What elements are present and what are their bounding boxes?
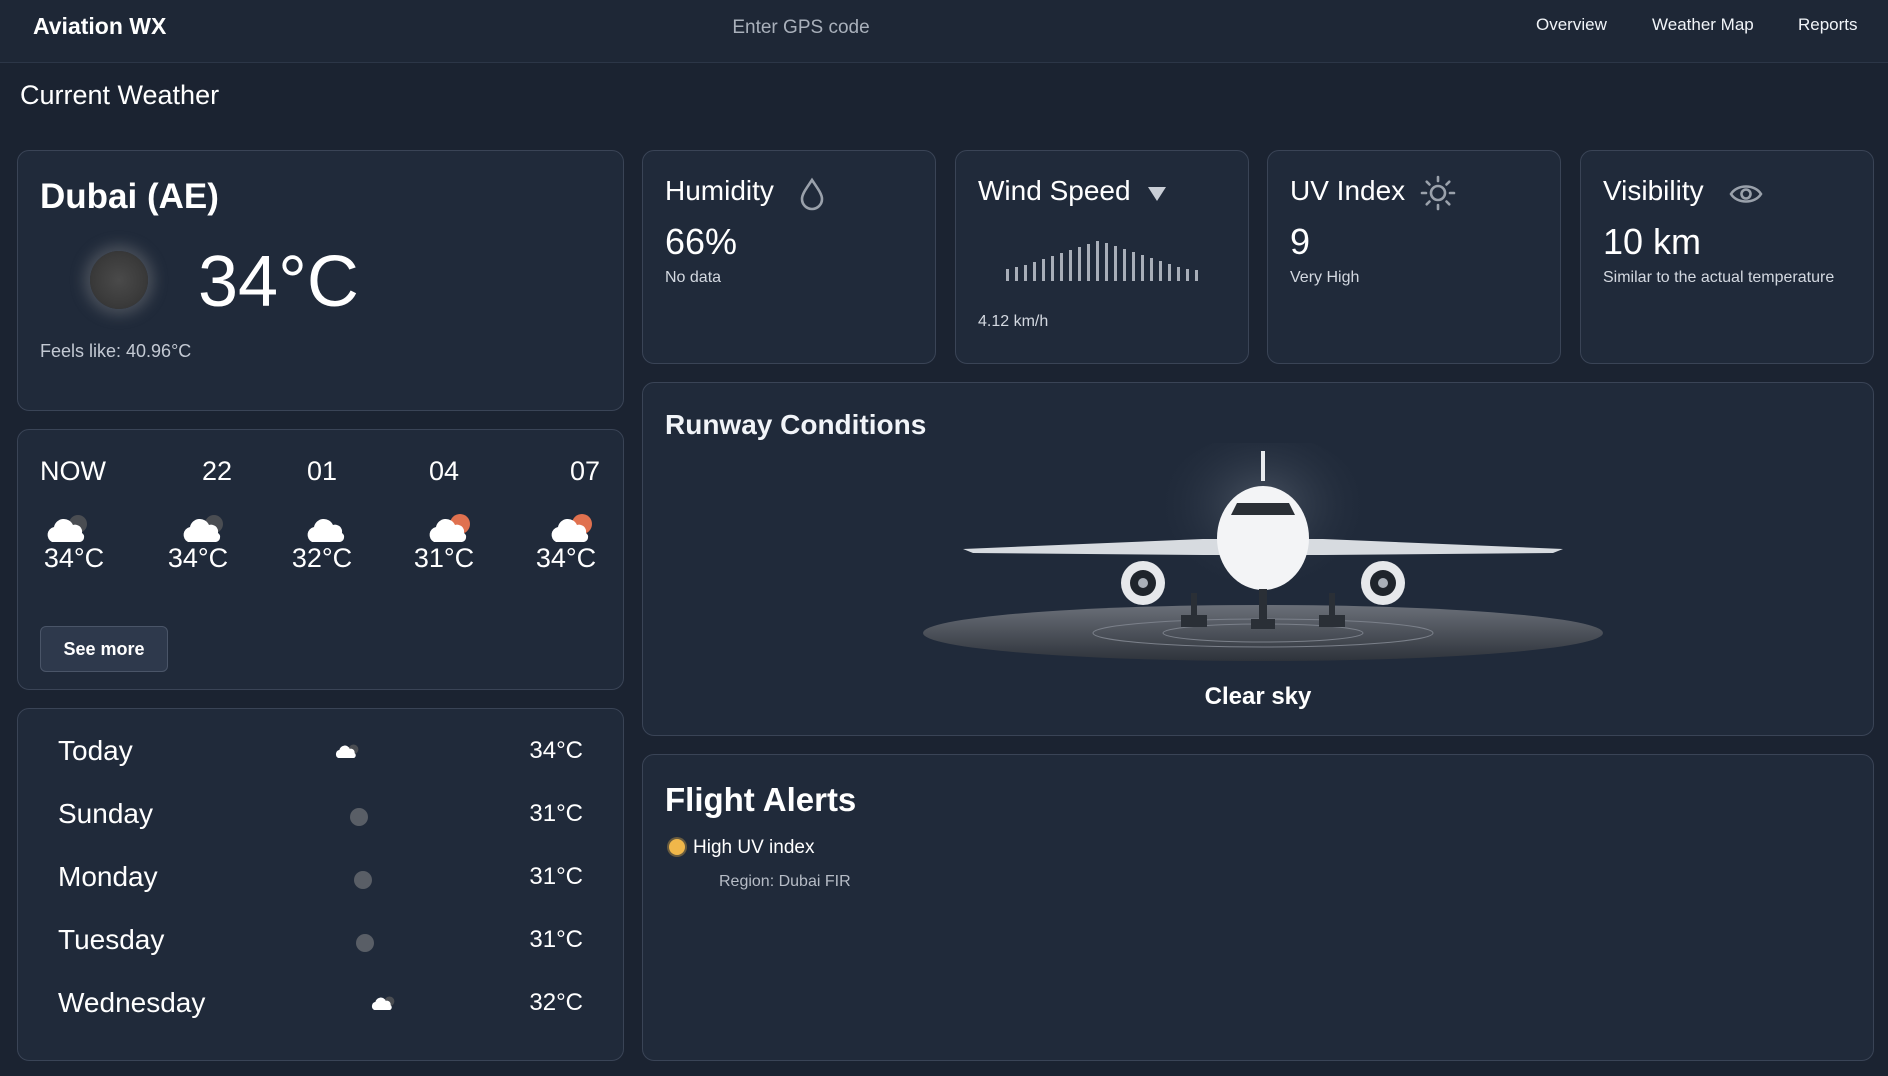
cloud-icon xyxy=(371,996,395,1011)
nav-overview[interactable]: Overview xyxy=(1536,15,1607,35)
uv-index-card: UV Index 9 Very High xyxy=(1267,150,1561,364)
daily-row: Wednesday 32°C xyxy=(58,987,583,1027)
day-name: Tuesday xyxy=(58,924,165,955)
airplane-illustration xyxy=(923,443,1603,661)
hour-temperature: 32°C xyxy=(291,543,353,573)
day-temperature: 31°C xyxy=(529,800,583,827)
hour-time: 01 xyxy=(306,456,338,486)
uv-sub: Very High xyxy=(1290,269,1360,286)
wind-title: Wind Speed xyxy=(978,175,1131,206)
brand-logo-text[interactable]: Aviation WX xyxy=(33,13,166,40)
visibility-title: Visibility xyxy=(1603,175,1704,206)
day-temperature: 34°C xyxy=(529,737,583,764)
daily-row: Tuesday 31°C xyxy=(58,924,583,964)
dark-sun-icon xyxy=(90,251,148,309)
uv-title: UV Index xyxy=(1290,175,1406,206)
flight-alerts-card: Flight Alerts High UV index Region: Duba… xyxy=(642,754,1874,1061)
day-name: Today xyxy=(58,735,133,766)
day-name: Sunday xyxy=(58,798,153,829)
hour-temperature: 31°C xyxy=(413,543,475,573)
feels-like-text: Feels like: 40.96°C xyxy=(40,341,192,361)
hourly-forecast-card: NOW 34°C 22 34°C 01 32°C 04 31°C 07 34°C… xyxy=(17,429,624,690)
nav-weather-map[interactable]: Weather Map xyxy=(1652,15,1754,35)
alert-label: High UV index xyxy=(693,837,815,858)
current-weather-card: Dubai (AE) 34°C Feels like: 40.96°C xyxy=(17,150,624,411)
dot-icon xyxy=(354,871,372,889)
nav-reports[interactable]: Reports xyxy=(1798,15,1858,35)
page-title: Current Weather xyxy=(20,80,220,110)
cloud-icon xyxy=(307,518,345,542)
humidity-value: 66% xyxy=(665,221,738,262)
hour-time: 07 xyxy=(569,456,600,486)
humidity-card: Humidity 66% No data xyxy=(642,150,936,364)
daily-row: Monday 31°C xyxy=(58,861,583,901)
cloud-moon-icon xyxy=(183,515,223,542)
gps-search-input[interactable] xyxy=(660,10,942,46)
visibility-sub: Similar to the actual temperature xyxy=(1603,269,1835,286)
city-name: Dubai (AE) xyxy=(40,177,219,216)
day-temperature: 31°C xyxy=(529,926,583,953)
hourly-item: 07 34°C xyxy=(526,456,606,574)
day-temperature: 31°C xyxy=(529,863,583,890)
day-name: Wednesday xyxy=(58,987,206,1018)
droplet-icon xyxy=(800,177,824,211)
hourly-item: 04 31°C xyxy=(404,456,484,574)
hourly-item: NOW 34°C xyxy=(34,456,114,574)
cloud-icon xyxy=(335,744,359,759)
sky-condition-caption: Clear sky xyxy=(1204,683,1312,710)
wind-gust-bars xyxy=(1006,241,1198,281)
day-name: Monday xyxy=(58,861,158,892)
hourly-item: 22 34°C xyxy=(158,456,238,574)
daily-forecast-card: Today 34°C Sunday 31°C Monday 31°C Tuesd… xyxy=(17,708,624,1061)
wind-speed-card: Wind Speed 4.12 km/h xyxy=(955,150,1249,364)
daily-row: Sunday 31°C xyxy=(58,798,583,838)
hour-time: 04 xyxy=(428,456,460,486)
hour-time: 22 xyxy=(201,456,232,486)
hour-temperature: 34°C xyxy=(167,543,229,573)
cloud-moon-icon xyxy=(47,515,87,542)
alert-item[interactable]: High UV index xyxy=(669,837,814,859)
runway-conditions-card: Runway Conditions Clear sky xyxy=(642,382,1874,736)
dot-icon xyxy=(356,934,374,952)
hour-time: NOW xyxy=(40,456,106,486)
runway-title: Runway Conditions xyxy=(665,409,927,440)
humidity-sub: No data xyxy=(665,269,722,286)
day-temperature: 32°C xyxy=(529,989,583,1016)
current-temperature: 34°C xyxy=(198,242,359,322)
sun-badge-icon xyxy=(669,839,685,855)
eye-icon xyxy=(1729,185,1763,203)
humidity-title: Humidity xyxy=(665,175,774,206)
visibility-card: Visibility 10 km Similar to the actual t… xyxy=(1580,150,1874,364)
alert-region: Region: Dubai FIR xyxy=(719,873,851,890)
uv-value: 9 xyxy=(1290,221,1311,262)
see-more-button[interactable]: See more xyxy=(40,626,168,672)
cloud-sun-icon xyxy=(551,514,592,542)
flight-alerts-title: Flight Alerts xyxy=(665,781,857,818)
wind-speed-value: 4.12 km/h xyxy=(978,313,1049,330)
hour-temperature: 34°C xyxy=(535,543,597,573)
cloud-sun-icon xyxy=(429,514,470,542)
top-bar: Aviation WX Overview Weather Map Reports xyxy=(0,0,1888,63)
visibility-value: 10 km xyxy=(1603,221,1702,262)
hour-temperature: 34°C xyxy=(43,543,105,573)
sun-icon xyxy=(1420,175,1456,211)
hourly-item: 01 32°C xyxy=(282,456,362,574)
triangle-down-icon xyxy=(1148,187,1166,201)
dot-icon xyxy=(350,808,368,826)
daily-row: Today 34°C xyxy=(58,735,583,775)
